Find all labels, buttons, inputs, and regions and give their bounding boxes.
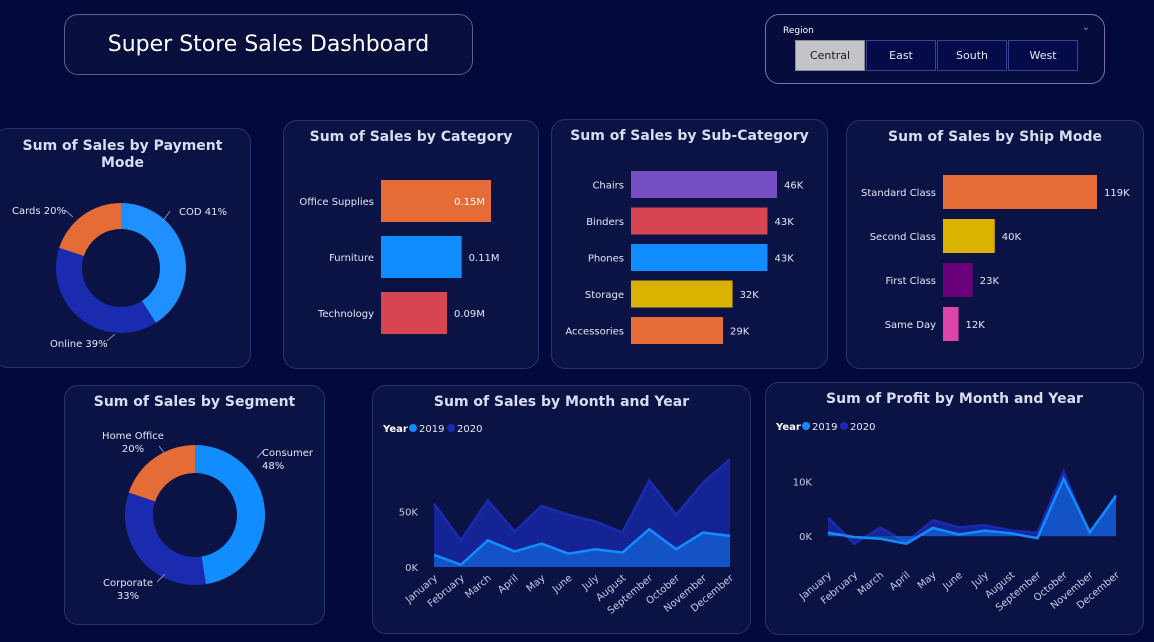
region-slicer[interactable]: Region ⌄ Central East South West bbox=[765, 14, 1105, 84]
payment-leader-2 bbox=[64, 209, 74, 218]
chevron-down-icon[interactable]: ⌄ bbox=[1082, 22, 1090, 33]
profit-x-tick-4: May bbox=[916, 570, 939, 592]
shipmode-bar-0 bbox=[943, 175, 1097, 209]
subcategory-bar-1 bbox=[631, 207, 768, 235]
shipmode-category-label-2: First Class bbox=[885, 276, 936, 287]
profit-x-tick-3: April bbox=[888, 570, 913, 593]
payment-leader-0 bbox=[162, 210, 171, 222]
subcategory-bar-2 bbox=[631, 244, 768, 271]
sales-y-tick-0: 50K bbox=[399, 508, 419, 519]
shipmode-category-label-0: Standard Class bbox=[861, 188, 936, 199]
profit-month-card: Sum of Profit by Month and Year Year 2019… bbox=[765, 382, 1144, 635]
subcategory-bar-4 bbox=[631, 317, 724, 344]
payment-slice-1 bbox=[56, 247, 156, 333]
segment-slice-1 bbox=[125, 492, 206, 585]
category-value-label-2: 0.09M bbox=[454, 309, 485, 320]
payment-label-2: Cards 20% bbox=[12, 206, 66, 217]
category-category-label-2: Technology bbox=[317, 309, 374, 320]
category-category-label-0: Office Supplies bbox=[299, 197, 374, 208]
shipmode-category-label-1: Second Class bbox=[870, 232, 936, 243]
profit-y-tick-0: 10K bbox=[793, 477, 813, 488]
profit-legend-marker-1 bbox=[840, 422, 848, 430]
sales-x-tick-5: June bbox=[550, 573, 575, 596]
region-label: Region bbox=[783, 26, 814, 36]
shipmode-value-label-1: 40K bbox=[1002, 232, 1022, 243]
segment-donut-chart: Consumer 48% Corporate 33% Home Office 20% bbox=[102, 431, 314, 602]
category-value-label-1: 0.11M bbox=[469, 253, 500, 264]
region-south-button[interactable]: South bbox=[937, 40, 1007, 71]
segment-label-0: Consumer bbox=[262, 448, 314, 459]
payment-leader-1 bbox=[106, 333, 116, 342]
segment-pct-1: 33% bbox=[117, 591, 139, 602]
region-central-button[interactable]: Central bbox=[795, 40, 865, 71]
subcategory-category-label-1: Binders bbox=[586, 217, 624, 228]
region-east-button[interactable]: East bbox=[866, 40, 936, 71]
shipmode-bar-1 bbox=[943, 219, 995, 253]
segment-label-1: Corporate bbox=[103, 578, 153, 589]
payment-label-1: Online 39% bbox=[50, 339, 108, 350]
subcategory-value-label-4: 29K bbox=[730, 327, 750, 338]
sales-legend-marker-1 bbox=[447, 424, 455, 432]
category-value-label-0: 0.15M bbox=[454, 197, 485, 208]
sales-x-tick-2: March bbox=[463, 573, 493, 601]
sales-month-card: Sum of Sales by Month and Year Year 2019 2… bbox=[372, 385, 751, 634]
sales-x-tick-3: April bbox=[496, 573, 521, 596]
shipmode-bar-chart: Standard Class 119K Second Class 40K First C… bbox=[861, 175, 1130, 341]
shipmode-value-label-0: 119K bbox=[1104, 188, 1130, 199]
shipmode-bar-3 bbox=[943, 307, 959, 341]
sales-legend-title: Year bbox=[382, 424, 408, 435]
category-bar-2 bbox=[381, 292, 447, 334]
profit-legend-label-1: 2020 bbox=[850, 422, 875, 433]
profit-month-area-chart: Year 2019 202010K0KJanuaryFebruaryMarch Apr… bbox=[775, 422, 1123, 614]
sales-x-tick-4: May bbox=[525, 573, 548, 595]
subcategory-value-label-1: 43K bbox=[774, 217, 794, 228]
category-bar-chart: Office Supplies 0.15M Furniture 0.11M Techno… bbox=[299, 180, 500, 334]
subcategory-value-label-2: 43K bbox=[774, 254, 794, 265]
category-card: Sum of Sales by Category Office Supplies… bbox=[283, 120, 539, 369]
payment-slice-2 bbox=[59, 203, 121, 256]
profit-y-tick-1: 0K bbox=[799, 532, 812, 543]
profit-x-tick-2: March bbox=[856, 570, 886, 598]
shipmode-value-label-2: 23K bbox=[980, 276, 1000, 287]
payment-slice-0 bbox=[121, 203, 186, 323]
subcategory-bar-0 bbox=[631, 171, 777, 198]
segment-slice-0 bbox=[195, 445, 266, 585]
category-category-label-1: Furniture bbox=[329, 253, 374, 264]
segment-pct-0: 48% bbox=[262, 461, 284, 472]
subcategory-value-label-0: 46K bbox=[784, 181, 804, 192]
shipmode-bar-2 bbox=[943, 263, 973, 297]
profit-x-tick-5: June bbox=[940, 570, 965, 593]
shipmode-value-label-3: 12K bbox=[966, 320, 986, 331]
segment-label-2: Home Office bbox=[102, 431, 164, 442]
sales-legend-marker-0 bbox=[409, 424, 417, 432]
subcategory-category-label-0: Chairs bbox=[592, 181, 624, 192]
category-bar-1 bbox=[381, 236, 462, 278]
payment-label-0: COD 41% bbox=[179, 207, 227, 218]
subcategory-value-label-3: 32K bbox=[740, 290, 760, 301]
profit-legend-marker-0 bbox=[802, 422, 810, 430]
sales-legend-label-1: 2020 bbox=[457, 424, 482, 435]
sales-legend-label-0: 2019 bbox=[419, 424, 444, 435]
sales-x-tick-6: July bbox=[580, 573, 602, 594]
subcategory-bar-3 bbox=[631, 280, 733, 308]
dashboard-title: Super Store Sales Dashboard bbox=[64, 14, 473, 75]
shipmode-card: Sum of Sales by Ship Mode Standard Class… bbox=[846, 120, 1144, 369]
subcategory-card: Sum of Sales by Sub-Category Chairs 46K Bi… bbox=[551, 119, 828, 369]
segment-leader-2 bbox=[158, 445, 166, 455]
sales-month-area-chart: Year 2019 202050K0KJanuaryFebruaryMarch Apr… bbox=[382, 424, 737, 617]
profit-legend-title: Year bbox=[775, 422, 801, 433]
payment-donut-chart: COD 41% Online 39% Cards 20% bbox=[12, 203, 227, 350]
segment-pct-2: 20% bbox=[122, 444, 144, 455]
region-west-button[interactable]: West bbox=[1008, 40, 1078, 71]
shipmode-category-label-3: Same Day bbox=[885, 320, 936, 331]
subcategory-category-label-4: Accessories bbox=[565, 327, 624, 338]
profit-legend-label-0: 2019 bbox=[812, 422, 837, 433]
payment-mode-card: Sum of Sales by Payment Mode COD 41% Onli… bbox=[0, 128, 251, 368]
subcategory-category-label-3: Storage bbox=[585, 290, 624, 301]
sales-y-tick-1: 0K bbox=[405, 563, 418, 574]
subcategory-bar-chart: Chairs 46K Binders 43K Phones 43K Storage 32K Ac… bbox=[565, 171, 804, 344]
subcategory-category-label-2: Phones bbox=[588, 254, 624, 265]
segment-card: Sum of Sales by Segment Consumer 48% Corpo… bbox=[64, 385, 325, 625]
